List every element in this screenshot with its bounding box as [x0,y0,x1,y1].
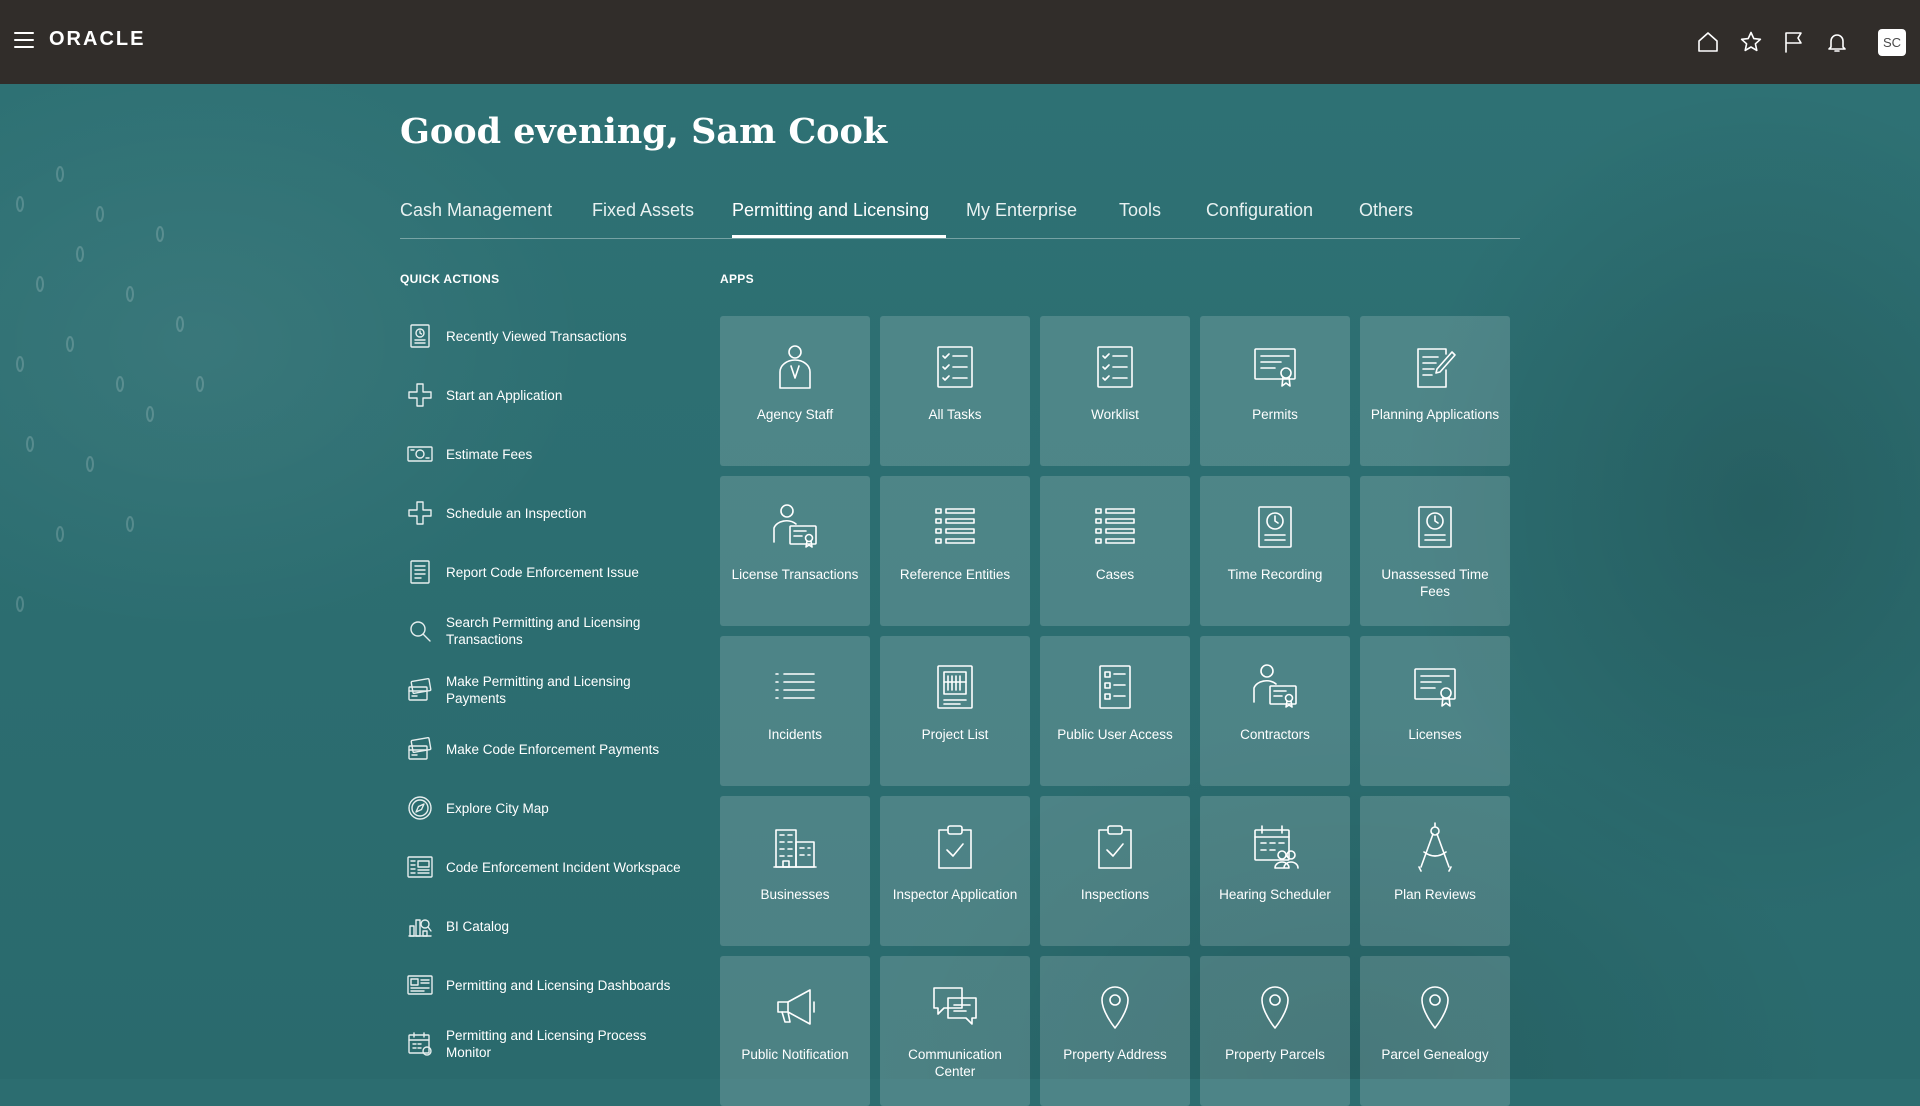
user-avatar[interactable]: SC [1878,29,1906,56]
app-tile-license-transactions[interactable]: License Transactions [720,476,870,626]
search-icon [410,621,431,642]
location-pin-icon [1101,986,1129,1029]
app-tile-parcel-genealogy[interactable]: Parcel Genealogy [1360,956,1510,1106]
workspace-icon [407,856,433,878]
app-tile-worklist[interactable]: Worklist [1040,316,1190,466]
clipboard-check-icon [938,825,972,869]
app-tile-property-address[interactable]: Property Address [1040,956,1190,1106]
app-tile-contractors[interactable]: Contractors [1200,636,1350,786]
tab-my-enterprise[interactable]: My Enterprise [966,200,1077,221]
quick-action-permitting-dashboards[interactable]: Permitting and Licensing Dashboards [400,963,690,1007]
home-icon[interactable] [1696,30,1720,54]
app-tile-licenses[interactable]: Licenses [1360,636,1510,786]
oracle-logo[interactable]: ORACLE [49,28,145,51]
quick-action-start-an-application[interactable]: Start an Application [400,373,690,417]
app-tile-communication-center[interactable]: Communication Center [880,956,1030,1106]
quick-action-explore-city-map[interactable]: Explore City Map [400,786,690,830]
quick-action-make-permitting-payments[interactable]: Make Permitting and Licensing Payments [400,668,690,712]
money-icon [407,446,433,462]
bell-icon[interactable] [1825,30,1849,54]
app-tile-public-user-access[interactable]: Public User Access [1040,636,1190,786]
location-pin-icon [1261,986,1289,1029]
payment-icon [408,736,432,760]
person-badge-icon [779,345,811,389]
document-pencil-icon [1417,348,1456,388]
chat-icon [933,987,977,1025]
app-tile-all-tasks[interactable]: All Tasks [880,316,1030,466]
payment-icon [408,677,432,701]
menu-icon[interactable] [14,32,34,48]
form-document-icon [1099,665,1131,709]
tab-others[interactable]: Others [1359,200,1413,221]
checklist-icon [937,346,973,388]
quick-action-schedule-an-inspection[interactable]: Schedule an Inspection [400,491,690,535]
app-tile-hearing-scheduler[interactable]: Hearing Scheduler [1200,796,1350,946]
app-tile-incidents[interactable]: Incidents [720,636,870,786]
buildings-icon [773,829,817,868]
tab-tools[interactable]: Tools [1119,200,1161,221]
star-icon[interactable] [1739,30,1763,54]
checklist-icon [1097,346,1133,388]
person-certificate-icon [1253,664,1297,708]
tab-bar: Cash Management Fixed Assets Permitting … [400,200,1520,239]
person-certificate-icon [773,504,817,548]
app-tile-inspector-application[interactable]: Inspector Application [880,796,1030,946]
app-tile-reference-entities[interactable]: Reference Entities [880,476,1030,626]
clock-document-icon [1258,506,1292,548]
compass-tool-icon [1418,822,1452,872]
app-tile-inspections[interactable]: Inspections [1040,796,1190,946]
apps-heading: APPS [720,272,754,286]
clipboard-check-icon [1098,825,1132,869]
megaphone-icon [777,989,815,1025]
app-tile-permits[interactable]: Permits [1200,316,1350,466]
quick-actions-heading: QUICK ACTIONS [400,272,500,286]
top-bar: ORACLE SC [0,0,1920,84]
dashboard-icon [407,975,433,995]
tab-fixed-assets[interactable]: Fixed Assets [592,200,694,221]
quick-action-code-enforcement-incident-workspace[interactable]: Code Enforcement Incident Workspace [400,845,690,889]
catalog-icon [408,919,432,937]
report-icon [410,560,430,584]
list-icon [935,508,975,544]
quick-action-bi-catalog[interactable]: BI Catalog [400,904,690,948]
plus-icon [408,501,432,525]
app-tile-time-recording[interactable]: Time Recording [1200,476,1350,626]
tab-configuration[interactable]: Configuration [1206,200,1313,221]
quick-action-recently-viewed-transactions[interactable]: Recently Viewed Transactions [400,314,690,358]
certificate-icon [1254,348,1296,387]
quick-action-report-code-enforcement-issue[interactable]: Report Code Enforcement Issue [400,550,690,594]
apps-grid: Agency Staff All Tasks Worklist Permits … [720,316,1510,1106]
plus-icon [408,383,432,407]
flag-icon[interactable] [1782,30,1806,54]
app-tile-agency-staff[interactable]: Agency Staff [720,316,870,466]
quick-action-process-monitor[interactable]: Permitting and Licensing Process Monitor [400,1022,690,1066]
app-tile-planning-applications[interactable]: Planning Applications [1360,316,1510,466]
quick-action-make-code-enforcement-payments[interactable]: Make Code Enforcement Payments [400,727,690,771]
app-tile-public-notification[interactable]: Public Notification [720,956,870,1106]
tab-permitting-and-licensing[interactable]: Permitting and Licensing [732,200,929,221]
active-tab-indicator [732,235,946,238]
quick-action-search-transactions[interactable]: Search Permitting and Licensing Transact… [400,609,690,653]
bulleted-list-icon [775,673,815,699]
app-tile-businesses[interactable]: Businesses [720,796,870,946]
calendar-people-icon [1254,825,1299,869]
location-pin-icon [1421,986,1449,1029]
app-tile-unassessed-time-fees[interactable]: Unassessed Time Fees [1360,476,1510,626]
compass-icon [408,796,432,820]
app-tile-plan-reviews[interactable]: Plan Reviews [1360,796,1510,946]
app-tile-property-parcels[interactable]: Property Parcels [1200,956,1350,1106]
monitor-icon [408,1032,432,1056]
app-tile-project-list[interactable]: Project List [880,636,1030,786]
clock-document-icon [1418,506,1452,548]
app-tile-cases[interactable]: Cases [1040,476,1190,626]
greeting-title: Good evening, Sam Cook [400,111,888,152]
quick-action-estimate-fees[interactable]: Estimate Fees [400,432,690,476]
building-document-icon [937,665,973,709]
list-icon [1095,508,1135,544]
certificate-icon [1414,668,1456,707]
recent-icon [410,324,430,348]
tab-cash-management[interactable]: Cash Management [400,200,552,221]
